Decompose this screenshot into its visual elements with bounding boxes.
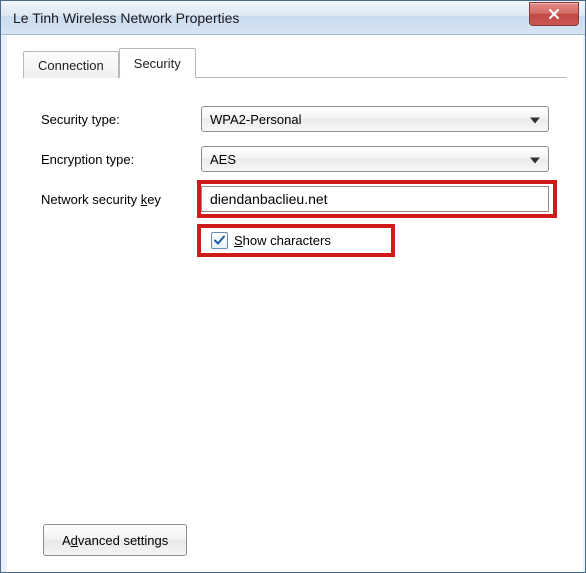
show-characters-checkbox[interactable] — [211, 232, 228, 249]
encryption-type-row: Encryption type: AES — [41, 146, 549, 172]
client-inner: Connection Security Security type: WPA2-… — [1, 35, 585, 572]
network-key-row: Network security key — [41, 186, 549, 212]
security-panel: Security type: WPA2-Personal Encryption … — [23, 78, 567, 269]
show-characters-label: Show characters — [234, 233, 331, 248]
network-key-input[interactable] — [201, 186, 549, 212]
security-type-label: Security type: — [41, 112, 201, 127]
client-area: Connection Security Security type: WPA2-… — [1, 35, 585, 572]
window-title: Le Tinh Wireless Network Properties — [13, 10, 529, 26]
tab-security-label: Security — [134, 56, 181, 71]
network-key-label: Network security key — [41, 192, 201, 207]
tab-security[interactable]: Security — [119, 48, 196, 78]
tab-connection-label: Connection — [38, 58, 104, 73]
encryption-type-label: Encryption type: — [41, 152, 201, 167]
advanced-settings-label: Advanced settings — [62, 533, 168, 548]
properties-window: Le Tinh Wireless Network Properties Conn… — [0, 0, 586, 573]
titlebar: Le Tinh Wireless Network Properties — [1, 1, 585, 35]
chevron-down-icon — [530, 152, 540, 167]
encryption-type-value: AES — [210, 152, 236, 167]
show-characters-row: Show characters — [201, 226, 391, 255]
advanced-settings-button[interactable]: Advanced settings — [43, 524, 187, 556]
encryption-type-select[interactable]: AES — [201, 146, 549, 172]
tab-connection[interactable]: Connection — [23, 51, 119, 78]
chevron-down-icon — [530, 112, 540, 127]
tab-strip: Connection Security — [23, 49, 567, 78]
security-type-row: Security type: WPA2-Personal — [41, 106, 549, 132]
close-icon — [548, 8, 560, 20]
security-type-select[interactable]: WPA2-Personal — [201, 106, 549, 132]
close-button[interactable] — [529, 2, 579, 26]
security-type-value: WPA2-Personal — [210, 112, 302, 127]
check-icon — [214, 235, 225, 246]
